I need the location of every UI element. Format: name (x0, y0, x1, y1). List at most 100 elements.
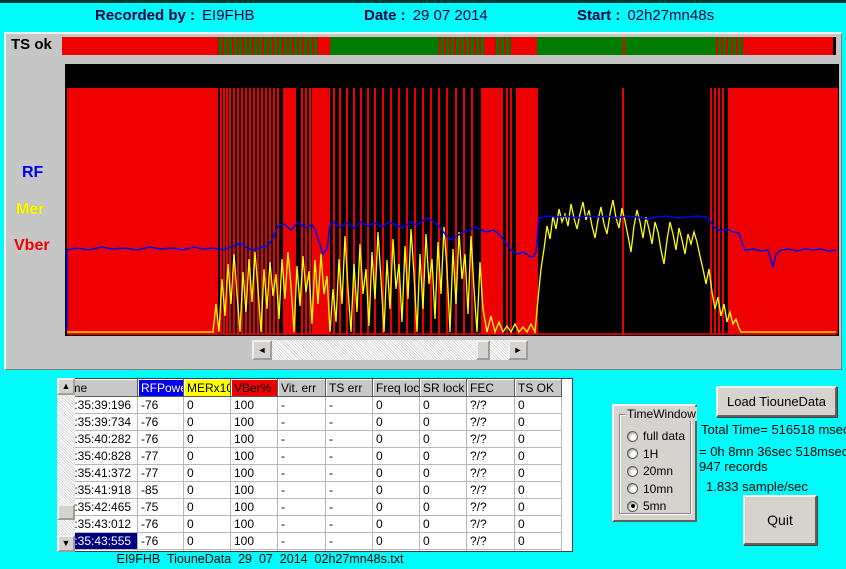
table-cell[interactable]: 0 (184, 414, 231, 431)
table-cell[interactable] (515, 550, 562, 552)
chart-horizontal-scrollbar[interactable]: ◄ ► (252, 340, 528, 360)
table-cell[interactable]: - (278, 499, 326, 516)
scroll-down-arrow-icon[interactable]: ▼ (57, 535, 75, 552)
table-cell[interactable]: 0 (373, 465, 420, 482)
table-cell[interactable]: -76 (138, 533, 184, 550)
table-cell[interactable]: - (278, 465, 326, 482)
table-cell[interactable]: 100 (231, 414, 278, 431)
table-cell[interactable]: 0 (420, 499, 467, 516)
table-cell[interactable]: 0 (420, 482, 467, 499)
table-cell[interactable]: 0 (420, 431, 467, 448)
table-cell[interactable]: - (278, 448, 326, 465)
radio-button-icon[interactable] (627, 448, 638, 459)
table-cell[interactable]: - (326, 516, 373, 533)
table-cell[interactable]: ?/? (467, 499, 515, 516)
table-cell[interactable]: - (278, 482, 326, 499)
table-cell[interactable]: -77 (138, 465, 184, 482)
table-cell[interactable]: 0 (515, 414, 562, 431)
table-cell[interactable]: - (326, 397, 373, 414)
table-cell[interactable]: 0 (184, 533, 231, 550)
table-cell[interactable]: 0 (515, 465, 562, 482)
table-row[interactable]: 02:35:39:734-760100--00?/?0 (58, 414, 572, 431)
table-cell[interactable]: 0 (373, 516, 420, 533)
table-cell[interactable]: 0 (420, 533, 467, 550)
table-cell[interactable]: 0 (420, 397, 467, 414)
table-cell[interactable]: - (326, 499, 373, 516)
table-row[interactable]: 02:35:40:828-770100--00?/?0 (58, 448, 572, 465)
table-row[interactable]: 02:35:43:012-760100--00?/?0 (58, 516, 572, 533)
radio-option-20mn[interactable]: 20mn (627, 464, 673, 478)
table-cell[interactable]: 0 (420, 465, 467, 482)
table-cell[interactable]: 100 (231, 397, 278, 414)
table-cell[interactable]: 100 (231, 465, 278, 482)
table-cell[interactable]: 0 (373, 397, 420, 414)
table-cell[interactable]: 100 (231, 448, 278, 465)
table-cell[interactable]: 100 (231, 482, 278, 499)
table-cell[interactable]: - (278, 397, 326, 414)
hscroll-track[interactable] (272, 340, 508, 360)
table-cell[interactable]: ?/? (467, 448, 515, 465)
vscroll-thumb[interactable] (57, 504, 75, 520)
table-cell[interactable]: - (326, 533, 373, 550)
radio-button-icon[interactable] (627, 501, 638, 512)
table-cell[interactable]: 0 (373, 431, 420, 448)
table-vertical-scrollbar[interactable]: ▲ ▼ (57, 378, 75, 552)
table-cell[interactable]: 0 (515, 516, 562, 533)
hscroll-thumb[interactable] (476, 340, 490, 360)
table-cell[interactable]: ?/? (467, 533, 515, 550)
table-cell[interactable]: 0 (373, 533, 420, 550)
table-cell[interactable]: 0 (373, 499, 420, 516)
table-cell[interactable]: 0 (184, 465, 231, 482)
quit-button[interactable]: Quit (743, 495, 817, 545)
table-cell[interactable]: 100 (231, 533, 278, 550)
table-cell[interactable]: - (278, 533, 326, 550)
table-row[interactable]: 02:35:41:918-850100--00?/?0 (58, 482, 572, 499)
radio-option-full-data[interactable]: full data (627, 429, 685, 443)
scroll-left-arrow-icon[interactable]: ◄ (252, 340, 272, 360)
table-cell[interactable]: - (278, 414, 326, 431)
table-cell[interactable]: 0 (515, 448, 562, 465)
radio-button-icon[interactable] (627, 466, 638, 477)
table-cell[interactable]: ?/? (467, 482, 515, 499)
table-cell[interactable]: 0 (515, 431, 562, 448)
table-cell[interactable]: ?/? (467, 431, 515, 448)
table-cell[interactable]: ?/? (467, 465, 515, 482)
radio-option-1H[interactable]: 1H (627, 447, 658, 461)
table-cell[interactable]: -76 (138, 397, 184, 414)
table-cell[interactable]: 0 (420, 516, 467, 533)
vscroll-track[interactable] (57, 395, 75, 535)
table-row[interactable]: 02:35:43:555-760100--00?/?0 (58, 533, 572, 550)
table-cell[interactable]: - (326, 431, 373, 448)
table-cell[interactable]: 0 (420, 448, 467, 465)
table-row[interactable]: 02:35:41:372-770100--00?/?0 (58, 465, 572, 482)
table-cell[interactable]: ?/? (467, 414, 515, 431)
table-cell[interactable]: 0 (184, 516, 231, 533)
table-row[interactable]: 02:35:42:465-750100--00?/?0 (58, 499, 572, 516)
table-cell[interactable]: 100 (231, 516, 278, 533)
table-cell[interactable]: - (278, 516, 326, 533)
table-cell[interactable]: 0 (184, 431, 231, 448)
table-cell[interactable]: 0 (373, 414, 420, 431)
table-cell[interactable]: 0 (184, 448, 231, 465)
table-cell[interactable]: -76 (138, 516, 184, 533)
table-cell[interactable]: 100 (231, 499, 278, 516)
table-cell[interactable]: 100 (231, 431, 278, 448)
table-cell[interactable]: 0 (373, 448, 420, 465)
table-row[interactable]: 02:35:40:282-760100--00?/?0 (58, 431, 572, 448)
table-cell[interactable]: 0 (515, 533, 562, 550)
table-cell[interactable]: - (326, 482, 373, 499)
table-cell[interactable]: -76 (138, 431, 184, 448)
records-table-data[interactable]: TimeRFPowerMERx10VBer%Vit. errTS errFreq… (57, 378, 573, 552)
table-cell[interactable]: 0 (184, 499, 231, 516)
table-cell[interactable]: 0 (515, 397, 562, 414)
table-cell[interactable]: 0 (515, 482, 562, 499)
table-cell[interactable]: -75 (138, 499, 184, 516)
table-cell[interactable]: 0 (184, 482, 231, 499)
scroll-right-arrow-icon[interactable]: ► (508, 340, 528, 360)
table-cell[interactable]: -85 (138, 482, 184, 499)
load-tiounedata-button[interactable]: Load TiouneData (716, 386, 837, 417)
table-cell[interactable]: - (326, 465, 373, 482)
table-cell[interactable]: - (278, 431, 326, 448)
table-cell[interactable]: 0 (184, 397, 231, 414)
table-cell[interactable]: -77 (138, 448, 184, 465)
